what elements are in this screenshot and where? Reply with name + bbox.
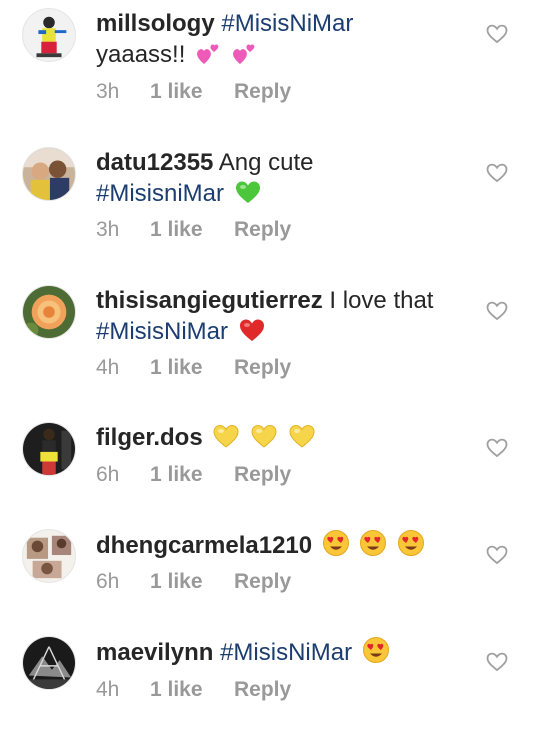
comment-meta: 3h 1 like Reply [96,80,291,104]
avatar[interactable] [22,529,76,583]
avatar-image [23,530,75,582]
reply-button[interactable]: Reply [234,356,291,379]
likes-count[interactable]: 1 like [150,356,234,380]
like-button[interactable] [486,24,508,44]
likes-count[interactable]: 1 like [150,218,234,242]
comment-hashtag[interactable]: #MisisniMar [96,180,224,207]
comment-body: yaaass!! [96,41,186,68]
comment-username[interactable]: filger.dos [96,424,203,451]
comment-text: thisisangiegutierrez I love that #MisisN… [96,285,476,347]
comment-body: Ang cute [218,149,314,176]
avatar-image [23,637,75,689]
heart-eyes-icon [362,636,390,664]
likes-count[interactable]: 1 like [150,570,234,594]
comment-time: 4h [96,678,120,701]
comment-text: dhengcarmela1210 [96,529,476,561]
reply-button[interactable]: Reply [234,678,291,701]
comment-meta: 6h 1 like Reply [96,570,291,594]
likes-count[interactable]: 1 like [150,463,234,487]
avatar-image [23,148,75,200]
heart-eyes-icon [322,529,350,557]
heart-outline-icon [486,301,508,321]
avatar[interactable] [22,422,76,476]
comment-username[interactable]: millsology [96,10,215,37]
comment-hashtag[interactable]: #MisisNiMar [221,10,353,37]
green-heart-icon [234,179,262,205]
reply-button[interactable]: Reply [234,80,291,103]
comment-meta: 3h 1 like Reply [96,218,291,242]
avatar[interactable] [22,636,76,690]
comment-username[interactable]: thisisangiegutierrez [96,287,323,314]
yellow-heart-icon [288,423,316,449]
avatar-image [23,286,75,338]
heart-outline-icon [486,24,508,44]
comment-hashtag[interactable]: #MisisNiMar [96,318,228,345]
reply-button[interactable]: Reply [234,218,291,241]
yellow-heart-icon [250,423,278,449]
heart-outline-icon [486,652,508,672]
red-heart-icon [238,317,266,343]
reply-button[interactable]: Reply [234,463,291,486]
comment-text: filger.dos [96,422,476,453]
comment-time: 6h [96,570,120,593]
avatar[interactable] [22,285,76,339]
like-button[interactable] [486,545,508,565]
reply-button[interactable]: Reply [234,570,291,593]
heart-eyes-icon [397,529,425,557]
comment-meta: 6h 1 like Reply [96,463,291,487]
comment-text: maevilynn #MisisNiMar [96,636,476,668]
likes-count[interactable]: 1 like [150,678,234,702]
avatar[interactable] [22,8,76,62]
like-button[interactable] [486,163,508,183]
comment-username[interactable]: maevilynn [96,639,213,666]
heart-outline-icon [486,545,508,565]
comment-time: 3h [96,218,120,241]
heart-outline-icon [486,438,508,458]
heart-eyes-icon [359,529,387,557]
comment-body: I love that [329,287,434,314]
like-button[interactable] [486,652,508,672]
comment-meta: 4h 1 like Reply [96,356,291,380]
avatar-image [23,9,75,61]
comment-text: millsology #MisisNiMar yaaass!! [96,8,476,70]
comment-username[interactable]: datu12355 [96,149,213,176]
like-button[interactable] [486,438,508,458]
heart-outline-icon [486,163,508,183]
comment-hashtag[interactable]: #MisisNiMar [220,639,352,666]
comment-text: datu12355 Ang cute #MisisniMar [96,147,476,209]
comment-meta: 4h 1 like Reply [96,678,291,702]
two-hearts-icon [231,40,257,66]
comment-username[interactable]: dhengcarmela1210 [96,532,312,559]
comment-time: 3h [96,80,120,103]
like-button[interactable] [486,301,508,321]
comment-time: 6h [96,463,120,486]
avatar-image [23,423,75,475]
likes-count[interactable]: 1 like [150,80,234,104]
avatar[interactable] [22,147,76,201]
yellow-heart-icon [212,423,240,449]
comment-time: 4h [96,356,120,379]
two-hearts-icon [195,40,221,66]
